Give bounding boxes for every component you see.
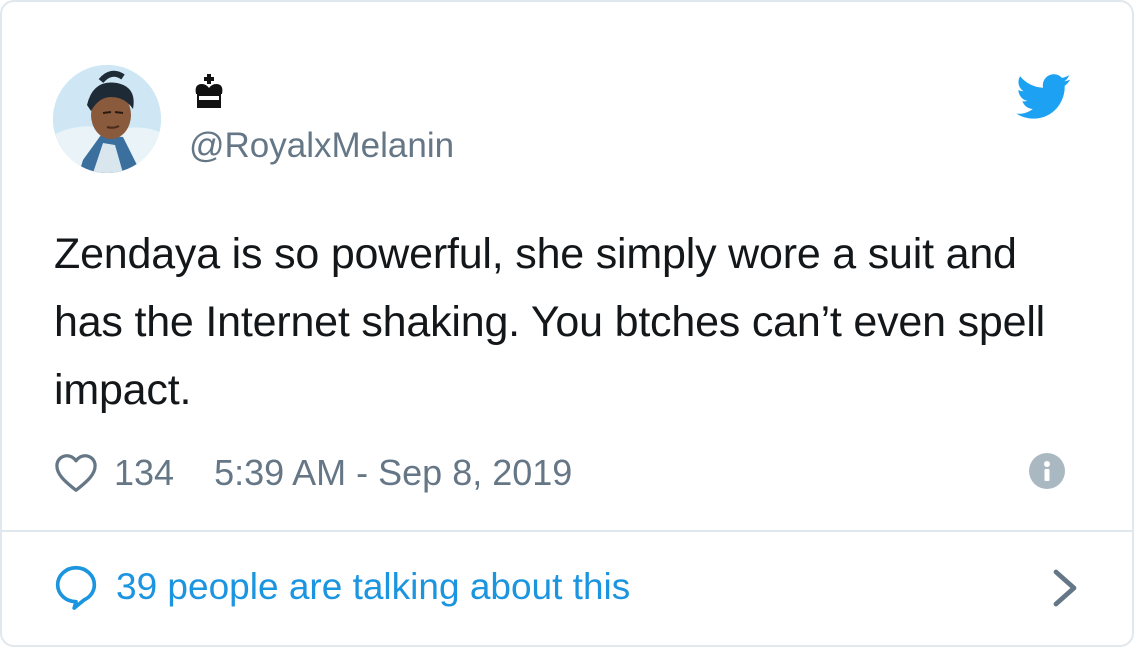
info-icon[interactable] [1029,453,1065,489]
conversation-link[interactable]: 39 people are talking about this [54,562,1084,612]
chevron-right-icon[interactable] [1044,566,1084,610]
talking-label: 39 people are talking about this [116,566,631,607]
tweet-meta: 134 5:39 AM - Sep 8, 2019 [54,448,1072,498]
twitter-bird-icon[interactable] [1016,74,1072,120]
tweet-card: @RoyalxMelanin Zendaya is so powerful, s… [0,0,1134,647]
author-handle[interactable]: @RoyalxMelanin [189,126,454,166]
tweet-text: Zendaya is so powerful, she simply wore … [54,230,1046,414]
tweet-timestamp[interactable]: 5:39 AM - Sep 8, 2019 [214,452,572,494]
divider [2,530,1134,532]
heart-icon[interactable] [54,451,102,495]
speech-bubble-icon [54,563,102,611]
display-name[interactable] [190,72,250,112]
like-count: 134 [114,452,175,493]
avatar[interactable] [53,65,161,173]
avatar-image [53,65,161,173]
crown-icon [195,74,223,108]
